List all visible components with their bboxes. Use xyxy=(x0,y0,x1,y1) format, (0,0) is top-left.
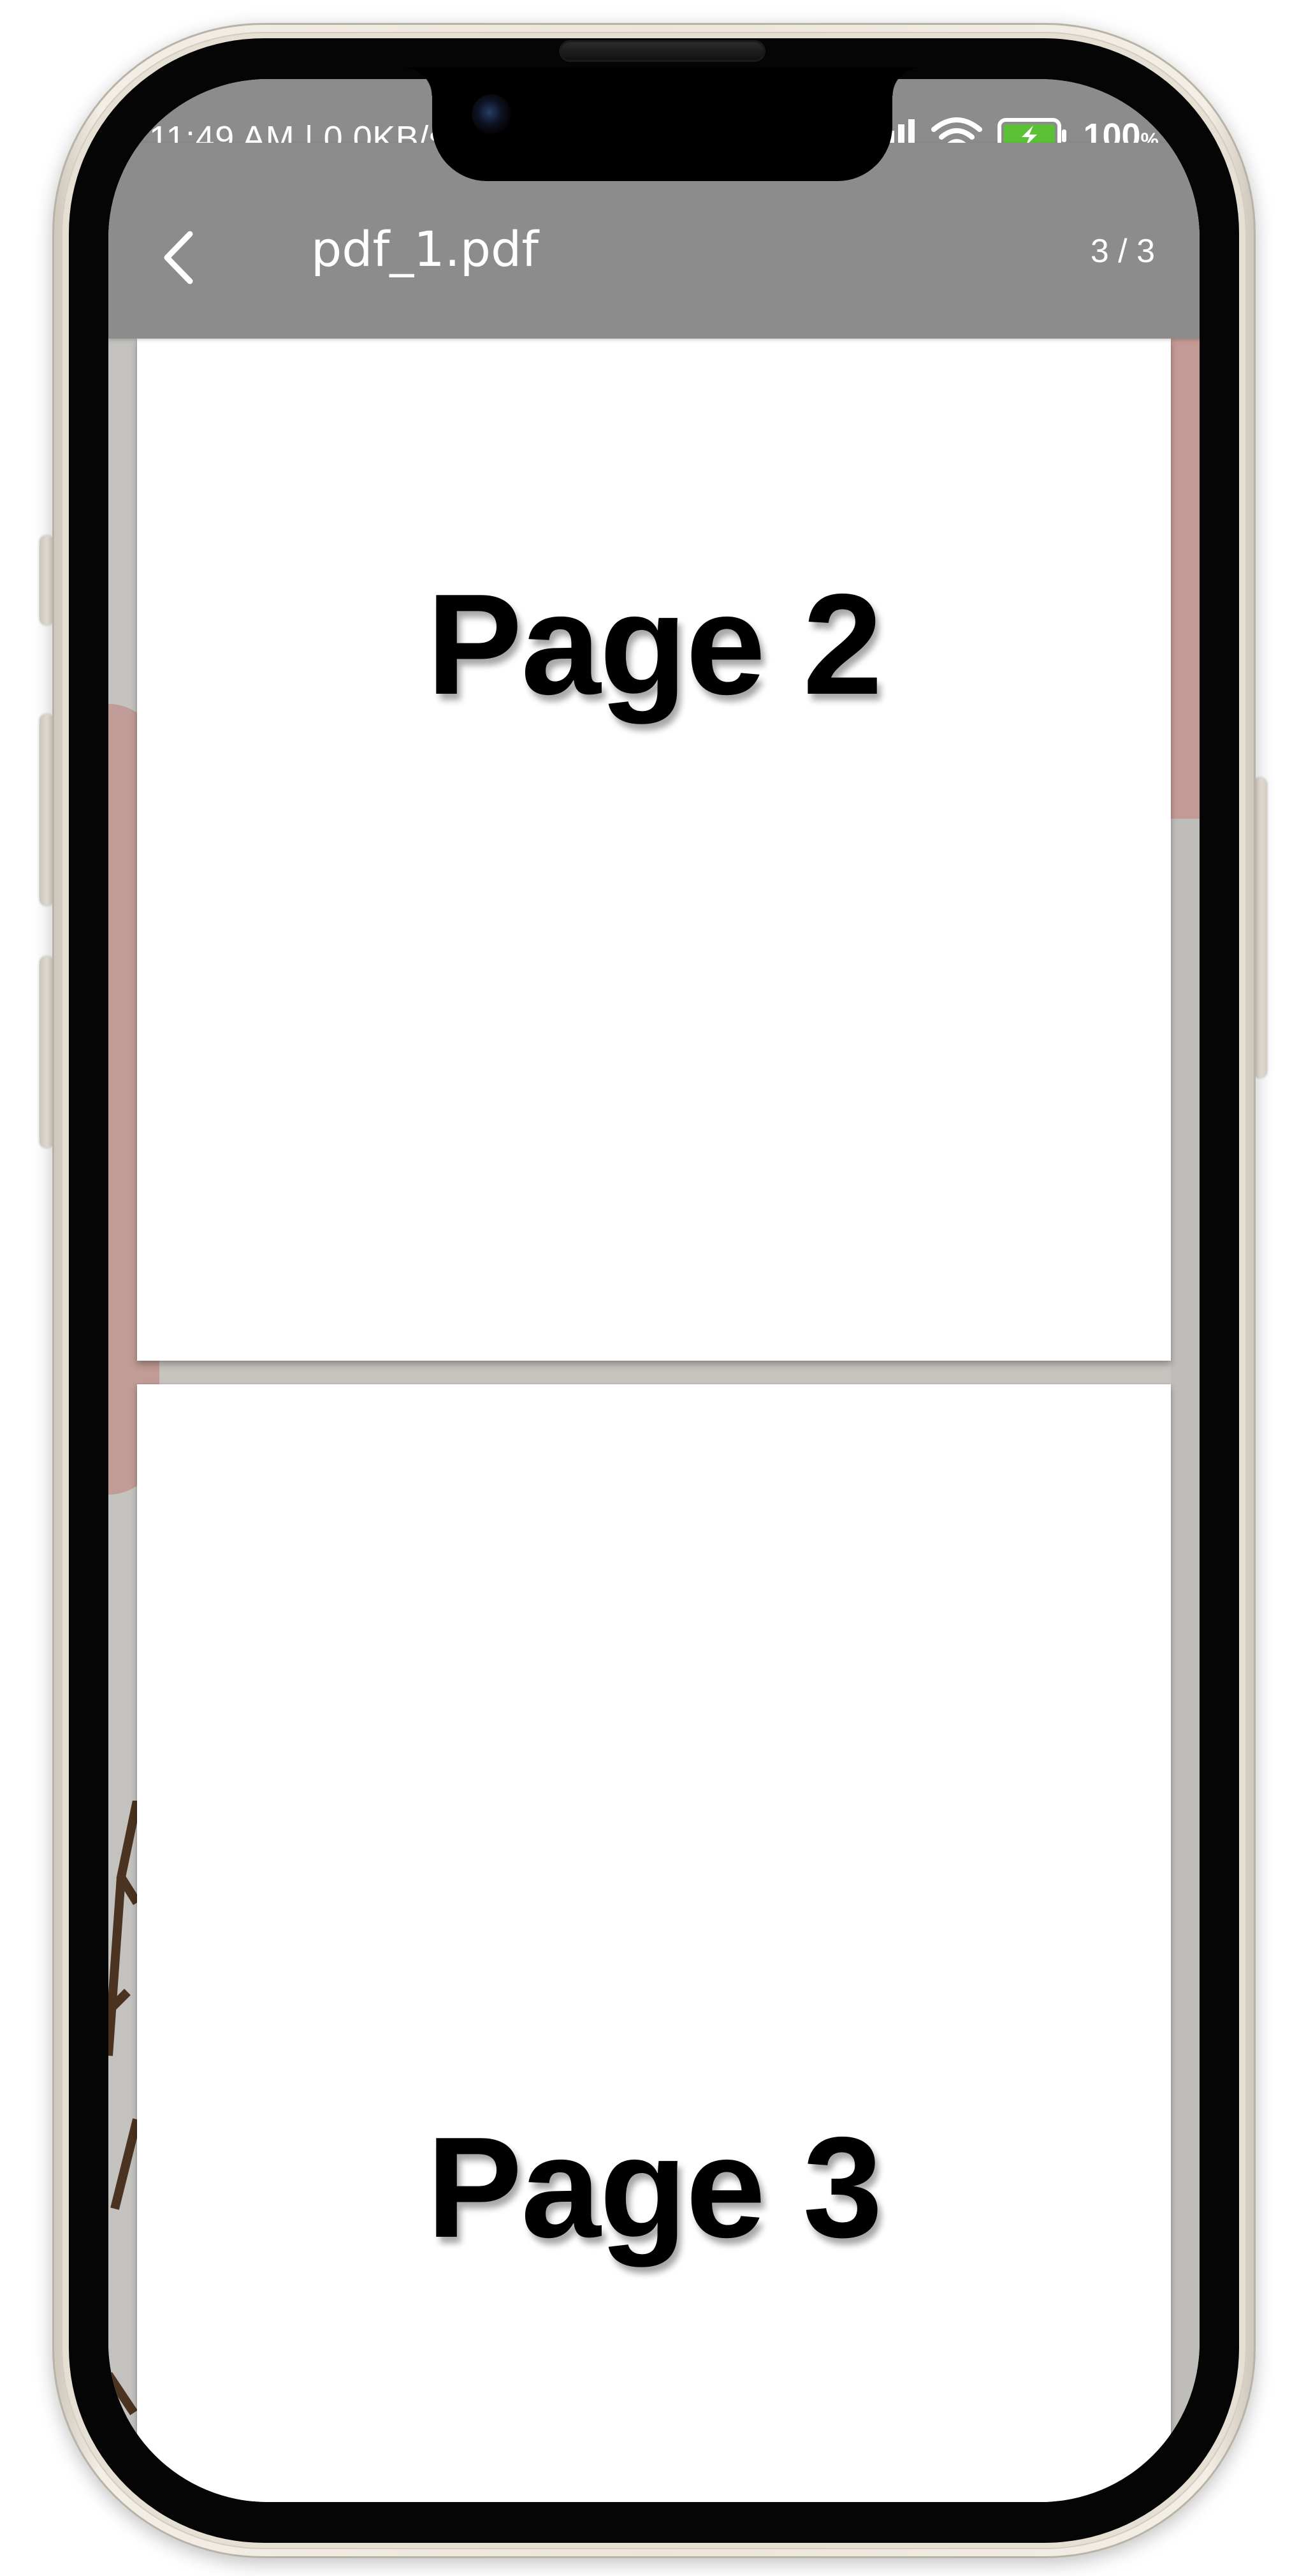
pdf-viewer[interactable]: Page 2 Page 3 xyxy=(137,339,1171,2502)
pdf-page[interactable]: Page 2 xyxy=(137,339,1171,1361)
document-title: pdf_1.pdf xyxy=(311,221,539,277)
page-heading: Page 3 xyxy=(426,2107,882,2267)
mute-switch xyxy=(40,536,54,625)
page-counter: 3 / 3 xyxy=(1090,233,1155,270)
back-arrow-icon xyxy=(164,231,193,284)
device-mockup: Page 2 Page 3 11:49 AM | 0.0KB/s 100% pd… xyxy=(0,0,1306,2576)
phone-screen: Page 2 Page 3 11:49 AM | 0.0KB/s 100% pd… xyxy=(108,79,1200,2502)
front-camera xyxy=(472,94,511,134)
wallpaper-branch xyxy=(108,1801,137,2415)
volume-up-button xyxy=(40,714,54,905)
back-button[interactable] xyxy=(159,226,198,289)
volume-down-button xyxy=(40,956,54,1148)
page-heading: Page 2 xyxy=(426,564,882,724)
pdf-page[interactable]: Page 3 xyxy=(137,1384,1171,2502)
earpiece-speaker xyxy=(561,42,764,60)
